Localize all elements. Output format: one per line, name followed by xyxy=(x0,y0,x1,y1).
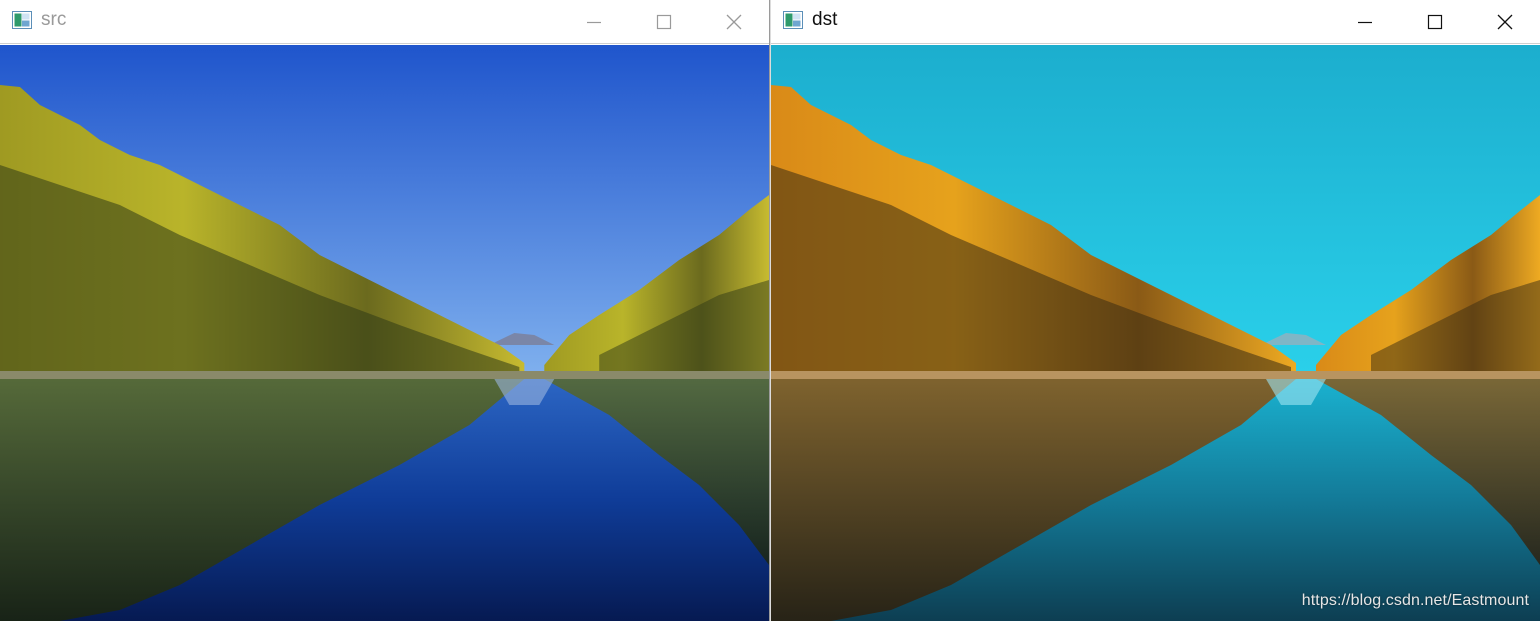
maximize-button[interactable] xyxy=(629,0,699,44)
close-button[interactable] xyxy=(699,0,769,44)
maximize-icon xyxy=(1427,14,1443,30)
window-src[interactable]: src xyxy=(0,0,770,621)
image-view[interactable]: https://blog.csdn.net/Eastmount xyxy=(771,45,1540,621)
minimize-button[interactable] xyxy=(559,0,629,44)
watermark-text: https://blog.csdn.net/Eastmount xyxy=(1301,592,1529,609)
close-button[interactable] xyxy=(1470,0,1540,44)
minimize-button[interactable] xyxy=(1330,0,1400,44)
maximize-button[interactable] xyxy=(1400,0,1470,44)
window-title: dst xyxy=(812,9,838,30)
lake-forest-image-processed xyxy=(771,45,1540,621)
window-title: src xyxy=(41,9,67,30)
maximize-icon xyxy=(656,14,672,30)
close-icon xyxy=(726,14,742,30)
lake-forest-image xyxy=(0,45,769,621)
minimize-icon xyxy=(1358,21,1372,24)
window-dst[interactable]: dst https://blog.csdn.net/Eastmount xyxy=(771,0,1540,621)
titlebar[interactable]: src xyxy=(0,0,769,44)
titlebar[interactable]: dst xyxy=(771,0,1540,44)
close-icon xyxy=(1497,14,1513,30)
app-window-icon xyxy=(12,11,32,29)
image-view[interactable] xyxy=(0,45,769,621)
minimize-icon xyxy=(587,21,601,24)
app-window-icon xyxy=(783,11,803,29)
